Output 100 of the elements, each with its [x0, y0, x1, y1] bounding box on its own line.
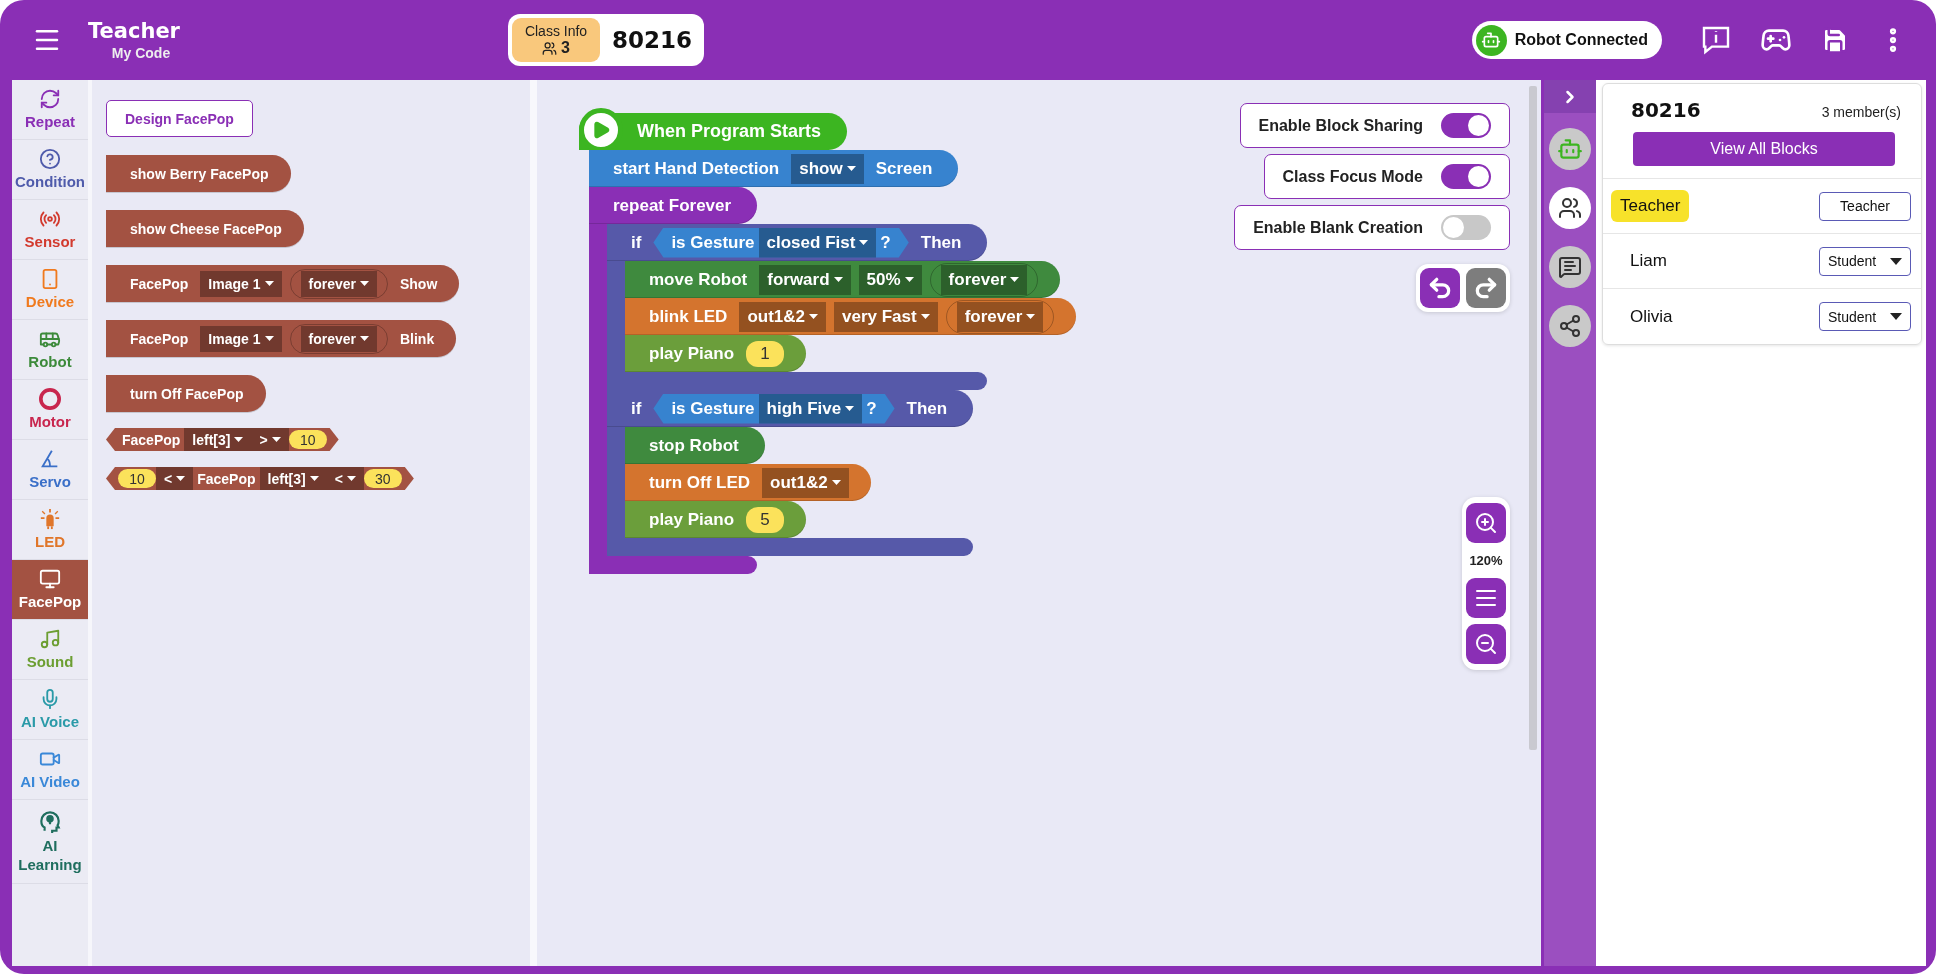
block-label: ? — [865, 398, 878, 419]
category-item[interactable]: Repeat — [12, 80, 88, 140]
number-input[interactable]: 1 — [746, 340, 785, 367]
block-dropdown[interactable]: out1&2 — [739, 301, 827, 332]
category-label: FacePop — [18, 592, 82, 612]
head-bulb-icon — [37, 808, 63, 835]
share-icon — [1558, 314, 1582, 338]
robot-status[interactable]: Robot Connected — [1471, 21, 1662, 59]
block-label: When Program Starts — [636, 121, 823, 142]
block-label: move Robot — [648, 269, 749, 290]
category-item[interactable]: Motor — [12, 380, 88, 440]
code-block[interactable]: repeat Forever — [589, 187, 758, 224]
expand-button[interactable] — [1544, 80, 1596, 113]
number-input[interactable]: 30 — [363, 469, 402, 488]
code-block[interactable]: FacePop Image 1 forever Show — [106, 265, 460, 302]
view-all-blocks-button[interactable]: View All Blocks — [1633, 132, 1895, 166]
side-tab[interactable] — [1549, 246, 1591, 288]
toggle-switch[interactable] — [1441, 215, 1491, 240]
code-block[interactable]: if is Gesture high Five ? Then — [607, 390, 974, 427]
block-label: Show — [398, 275, 439, 292]
caret-icon — [904, 276, 914, 283]
class-info-panel[interactable]: Class Info 3 80216 — [508, 14, 705, 66]
block-dropdown[interactable]: very Fast — [834, 301, 938, 332]
member-count: 3 — [561, 39, 570, 57]
toggle-switch[interactable] — [1441, 164, 1491, 189]
role-select[interactable]: Student — [1819, 246, 1911, 276]
category-item[interactable]: FacePop — [12, 560, 88, 620]
scrollbar[interactable] — [1529, 86, 1537, 750]
users-icon — [542, 40, 558, 56]
number-input[interactable]: 10 — [288, 430, 327, 449]
side-tab[interactable] — [1549, 187, 1591, 229]
block-dropdown[interactable]: Image 1 — [200, 325, 282, 352]
code-block[interactable]: turn Off FacePop — [106, 375, 266, 412]
category-item[interactable]: Servo — [12, 440, 88, 500]
block-dropdown[interactable]: closed Fist — [758, 227, 877, 258]
block-dropdown[interactable]: show — [791, 153, 864, 184]
block-dropdown[interactable]: out1&2 — [762, 467, 849, 498]
code-block[interactable]: turn Off LED out1&2 — [625, 464, 871, 501]
code-block[interactable]: show Berry FacePop — [106, 155, 291, 192]
caret-icon — [1890, 257, 1902, 265]
zoom-in-button[interactable] — [1466, 503, 1506, 543]
block-dropdown[interactable]: forever — [940, 264, 1028, 295]
category-item[interactable]: Sensor — [12, 200, 88, 260]
undo-button[interactable] — [1420, 268, 1460, 308]
toggle-switch[interactable] — [1441, 113, 1491, 138]
code-block[interactable]: blink LED out1&2 very Fast forever — [625, 298, 1077, 335]
caret-icon — [1890, 313, 1902, 320]
block-dropdown[interactable]: forever — [300, 325, 377, 352]
monitor-icon — [39, 567, 61, 590]
code-block[interactable]: start Hand Detection show Screen — [589, 150, 959, 187]
code-block[interactable]: if is Gesture closed Fist ? Then — [607, 224, 988, 261]
block-dropdown[interactable]: forward — [759, 264, 851, 295]
block-label: Then — [905, 398, 949, 419]
category-label: Condition — [15, 172, 85, 192]
zoom-out-button[interactable] — [1466, 624, 1506, 664]
role-select[interactable]: Student — [1819, 302, 1911, 331]
category-item[interactable]: Robot — [12, 320, 88, 380]
refresh-icon — [39, 87, 61, 110]
category-item[interactable]: AI Learning — [12, 800, 88, 884]
code-block[interactable]: play Piano 5 — [625, 501, 807, 538]
block-label: ? — [879, 232, 892, 253]
number-input[interactable]: 10 — [118, 469, 156, 488]
caret-icon — [845, 405, 855, 412]
caret-icon — [234, 436, 244, 443]
caret-icon — [859, 239, 869, 246]
class-info-badge[interactable]: Class Info 3 — [512, 18, 600, 62]
block-dropdown[interactable]: 50% — [858, 264, 922, 295]
category-item[interactable]: Condition — [12, 140, 88, 200]
block-label: FacePop — [121, 431, 182, 448]
block-dropdown[interactable]: left[3] — [259, 467, 327, 490]
side-tab[interactable] — [1549, 305, 1591, 347]
block-dropdown[interactable]: high Five — [758, 393, 863, 424]
code-block[interactable]: move Robot forward 50% forever — [625, 261, 1061, 298]
block-dropdown[interactable]: left[3] — [184, 428, 252, 451]
code-block[interactable]: show Cheese FacePop — [106, 210, 304, 247]
code-block[interactable]: play Piano 1 — [625, 335, 807, 372]
reporter-block[interactable]: 10 < FacePop left[3] < 30 — [106, 467, 414, 490]
caret-icon — [359, 335, 369, 342]
block-label: is Gesture — [670, 398, 756, 419]
block-dropdown[interactable]: Image 1 — [200, 270, 282, 297]
code-block[interactable]: stop Robot — [625, 427, 765, 464]
setting-label: Enable Blank Creation — [1253, 218, 1423, 237]
zoom-out-icon — [1474, 632, 1498, 656]
reset-view-button[interactable] — [1466, 578, 1506, 618]
redo-button[interactable] — [1466, 268, 1506, 308]
condition-block[interactable]: is Gesture closed Fist ? — [653, 227, 909, 258]
number-input[interactable]: 5 — [746, 506, 785, 533]
block-dropdown[interactable]: < — [156, 467, 194, 490]
design-button[interactable]: Design FacePop — [106, 100, 253, 137]
condition-block[interactable]: is Gesture high Five ? — [653, 393, 895, 424]
block-label: FacePop — [129, 275, 190, 292]
block-label: Blink — [398, 330, 436, 347]
category-label: Device — [25, 292, 75, 312]
block-dropdown[interactable]: forever — [956, 301, 1044, 332]
reporter-block[interactable]: FacePop left[3] > 10 — [106, 428, 339, 451]
category-label: Motor — [29, 412, 71, 432]
block-dropdown[interactable]: forever — [300, 270, 377, 297]
block-dropdown[interactable]: < — [326, 467, 364, 490]
code-block[interactable]: FacePop Image 1 forever Blink — [106, 320, 457, 357]
block-dropdown[interactable]: > — [251, 428, 289, 451]
